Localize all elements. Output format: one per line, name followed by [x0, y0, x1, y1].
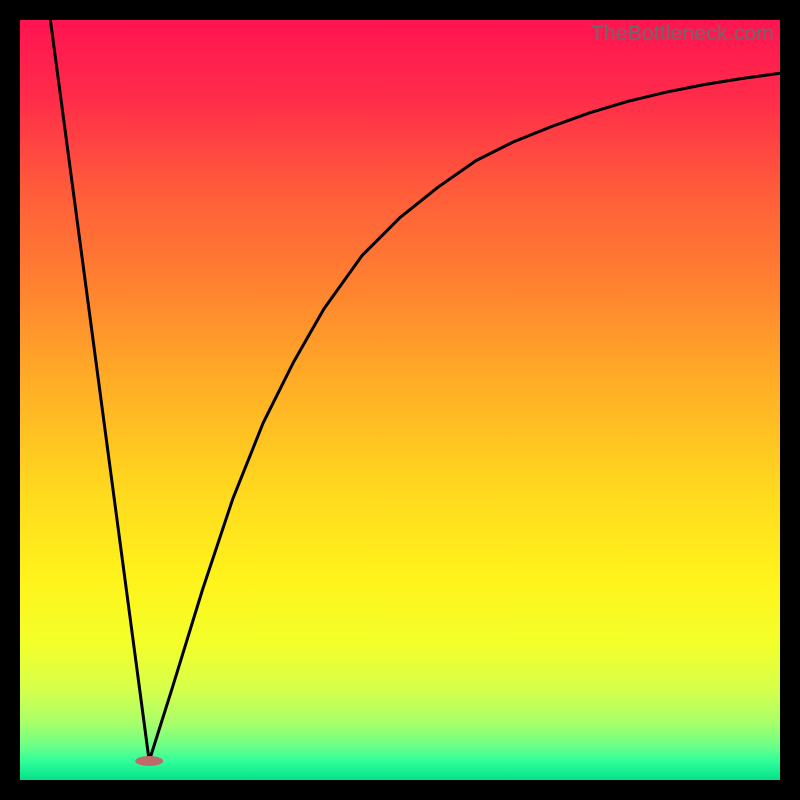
- chart-frame: TheBottleneck.com: [20, 20, 780, 780]
- chart-svg: [20, 20, 780, 780]
- chart-marker: [135, 756, 163, 766]
- chart-background: [20, 20, 780, 780]
- watermark-text: TheBottleneck.com: [591, 22, 774, 46]
